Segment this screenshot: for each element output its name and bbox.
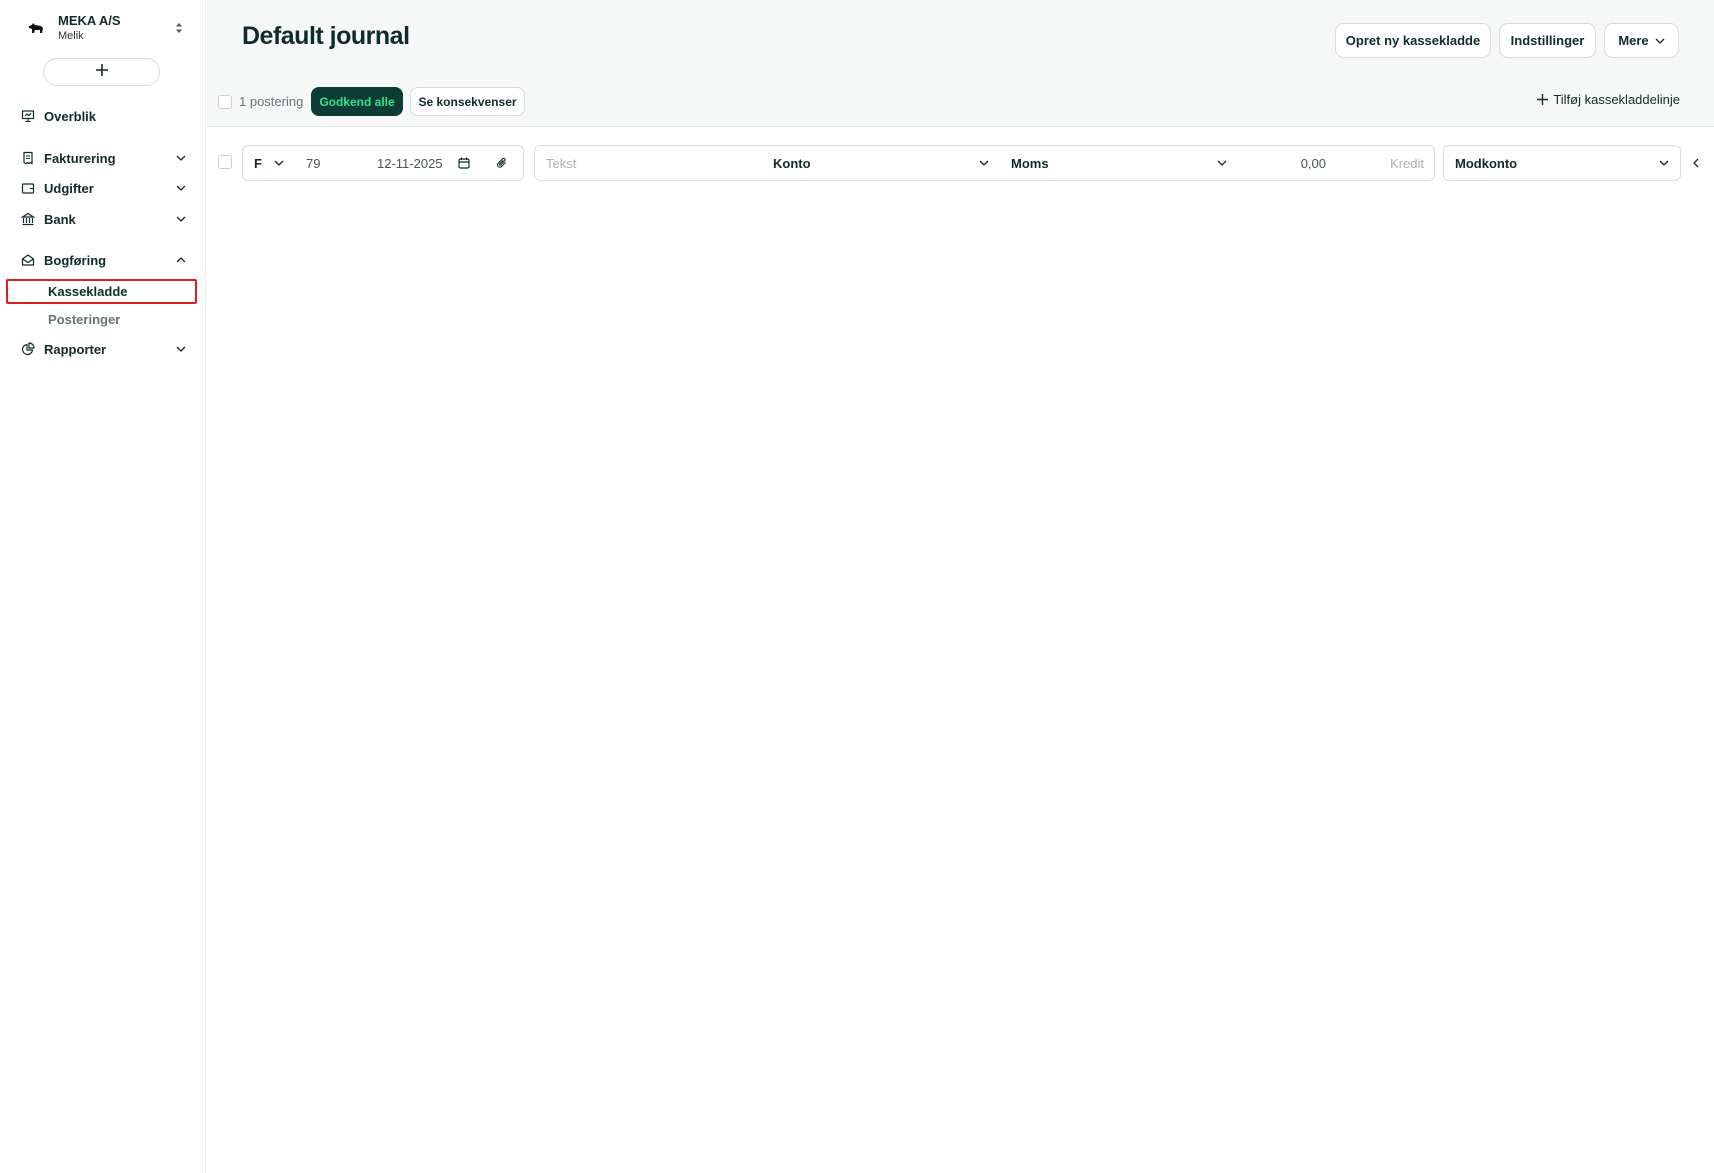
paperclip-icon (496, 157, 508, 169)
chevron-up-icon (174, 253, 188, 267)
see-consequences-button[interactable]: Se konsekvenser (410, 87, 525, 116)
credit-placeholder: Kredit (1390, 155, 1424, 171)
sidebar-item-label: Overblik (44, 108, 97, 124)
pie-chart-icon (20, 341, 36, 357)
text-placeholder: Tekst (546, 155, 577, 171)
sidebar-item-label: Udgifter (44, 180, 94, 196)
main-content: Default journal Opret ny kassekladde Ind… (207, 0, 1714, 1173)
invoice-icon (20, 150, 36, 166)
plus-icon (95, 63, 109, 82)
see-consequences-label: Se konsekvenser (418, 94, 517, 109)
debit-field[interactable]: 0,00 (1238, 145, 1337, 181)
presentation-icon (20, 108, 36, 124)
credit-field[interactable]: Kredit (1336, 145, 1435, 181)
company-switcher[interactable]: MEKA A/S Melik (26, 11, 186, 45)
chevron-down-icon (1658, 157, 1670, 169)
sidebar-item-rapporter[interactable]: Rapporter (20, 337, 188, 361)
chevron-down-icon (174, 181, 188, 195)
date-field[interactable]: 12-11-2025 (366, 145, 481, 181)
more-label: Mere (1618, 33, 1649, 48)
voucher-number-value: 79 (306, 155, 321, 171)
bank-icon (20, 211, 36, 227)
sidebar-item-label: Bogføring (44, 252, 107, 268)
sidebar-item-label: Bank (44, 211, 76, 227)
chevron-down-icon (174, 151, 188, 165)
chevron-down-icon (978, 157, 990, 169)
account-select[interactable]: Konto (762, 145, 1001, 181)
sort-arrows-icon[interactable] (172, 18, 186, 38)
select-all-checkbox[interactable] (218, 95, 232, 109)
date-value: 12-11-2025 (377, 155, 443, 171)
approve-all-button[interactable]: Godkend alle (311, 87, 403, 116)
settings-button[interactable]: Indstillinger (1499, 23, 1596, 58)
postings-count: 1 postering (239, 94, 304, 109)
voucher-number-field[interactable]: 79 (295, 145, 367, 181)
header-area: Default journal Opret ny kassekladde Ind… (207, 0, 1714, 127)
debit-value: 0,00 (1300, 155, 1326, 171)
settings-label: Indstillinger (1510, 33, 1585, 48)
chevron-down-icon (174, 342, 188, 356)
more-button[interactable]: Mere (1604, 23, 1679, 58)
account-label: Konto (773, 155, 811, 171)
add-journal-line-button[interactable]: Tilføj kassekladdelinje (1535, 92, 1680, 107)
mail-open-icon (20, 252, 36, 268)
text-input[interactable]: Tekst (534, 145, 763, 181)
sidebar-item-label: Fakturering (44, 150, 116, 166)
row-checkbox[interactable] (218, 155, 232, 169)
counter-account-select[interactable]: Modkonto (1443, 145, 1681, 181)
type-select[interactable]: F (242, 145, 296, 181)
wallet-icon (20, 180, 36, 196)
chevron-down-icon (273, 157, 285, 169)
new-journal-label: Opret ny kassekladde (1345, 33, 1481, 48)
vat-select[interactable]: Moms (1000, 145, 1239, 181)
sidebar: MEKA A/S Melik Overblik Fakturering Udgi… (0, 0, 206, 1173)
sidebar-item-fakturering[interactable]: Fakturering (20, 146, 188, 170)
page-title: Default journal (242, 22, 410, 50)
sidebar-item-bogforing[interactable]: Bogføring (20, 248, 188, 272)
vat-label: Moms (1011, 155, 1049, 171)
company-subtitle: Melik (58, 29, 84, 42)
sidebar-item-bank[interactable]: Bank (20, 207, 188, 231)
plus-icon (1535, 93, 1549, 107)
add-journal-line-label: Tilføj kassekladdelinje (1553, 92, 1680, 107)
sidebar-item-udgifter[interactable]: Udgifter (20, 176, 188, 200)
chevron-down-icon (1216, 157, 1228, 169)
selection-highlight (6, 279, 197, 304)
chevron-down-icon (1655, 38, 1665, 44)
approve-all-label: Godkend alle (319, 94, 395, 109)
add-button[interactable] (43, 58, 160, 86)
sidebar-item-overblik[interactable]: Overblik (20, 104, 188, 128)
company-name: MEKA A/S (58, 12, 121, 28)
chevron-left-icon[interactable] (1693, 155, 1701, 168)
attachment-button[interactable] (480, 145, 524, 181)
chevron-down-icon (174, 212, 188, 226)
new-journal-button[interactable]: Opret ny kassekladde (1335, 23, 1491, 58)
dog-logo-icon (26, 18, 46, 38)
type-value: F (254, 155, 262, 171)
sidebar-subitem-posteringer[interactable]: Posteringer (48, 308, 120, 330)
calendar-icon[interactable] (458, 157, 470, 169)
counter-account-label: Modkonto (1455, 155, 1518, 171)
sidebar-item-label: Rapporter (44, 341, 107, 357)
